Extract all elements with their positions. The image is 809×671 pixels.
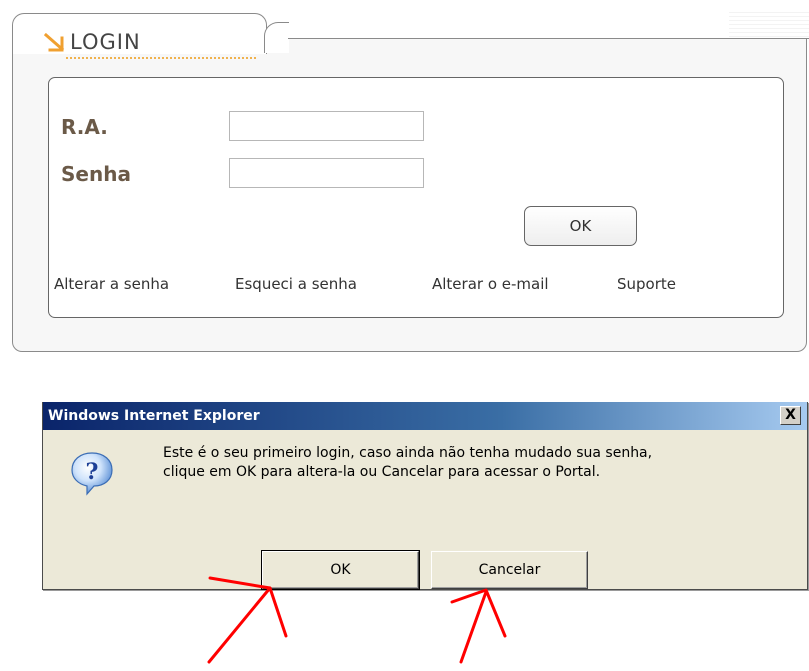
login-ok-button[interactable]: OK xyxy=(524,206,637,246)
dialog-message: Este é o seu primeiro login, caso ainda … xyxy=(163,444,652,482)
login-tab-curve xyxy=(264,22,289,53)
red-arrow-shaft xyxy=(459,590,488,664)
background-stripes xyxy=(729,12,809,40)
dialog-cancel-button[interactable]: Cancelar xyxy=(431,551,588,589)
senha-label: Senha xyxy=(61,162,131,186)
dialog-titlebar[interactable]: Windows Internet Explorer X xyxy=(43,402,807,430)
change-email-link[interactable]: Alterar o e-mail xyxy=(432,275,549,293)
login-title: LOGIN xyxy=(70,30,141,54)
dialog-message-line: Este é o seu primeiro login, caso ainda … xyxy=(163,445,653,461)
red-arrowhead xyxy=(450,588,507,638)
title-underline xyxy=(66,57,256,59)
login-panel-top-border xyxy=(288,38,809,39)
question-icon: ? xyxy=(71,452,113,496)
dialog-ok-button[interactable]: OK xyxy=(261,550,420,590)
dialog-message-line: clique em OK para altera-la ou Cancelar … xyxy=(163,464,601,480)
dialog-close-button[interactable]: X xyxy=(780,406,801,425)
forgot-password-link[interactable]: Esqueci a senha xyxy=(235,275,357,293)
dialog-title: Windows Internet Explorer xyxy=(48,408,260,424)
senha-input[interactable] xyxy=(229,158,424,188)
red-arrow-shaft xyxy=(207,586,272,664)
change-password-link[interactable]: Alterar a senha xyxy=(54,275,169,293)
ra-label: R.A. xyxy=(61,115,108,139)
arrow-down-right-icon xyxy=(44,33,65,52)
ie-dialog: Windows Internet Explorer X ? Este é o s… xyxy=(42,402,808,590)
svg-text:?: ? xyxy=(86,459,99,485)
support-link[interactable]: Suporte xyxy=(617,275,676,293)
ra-input[interactable] xyxy=(229,111,424,141)
